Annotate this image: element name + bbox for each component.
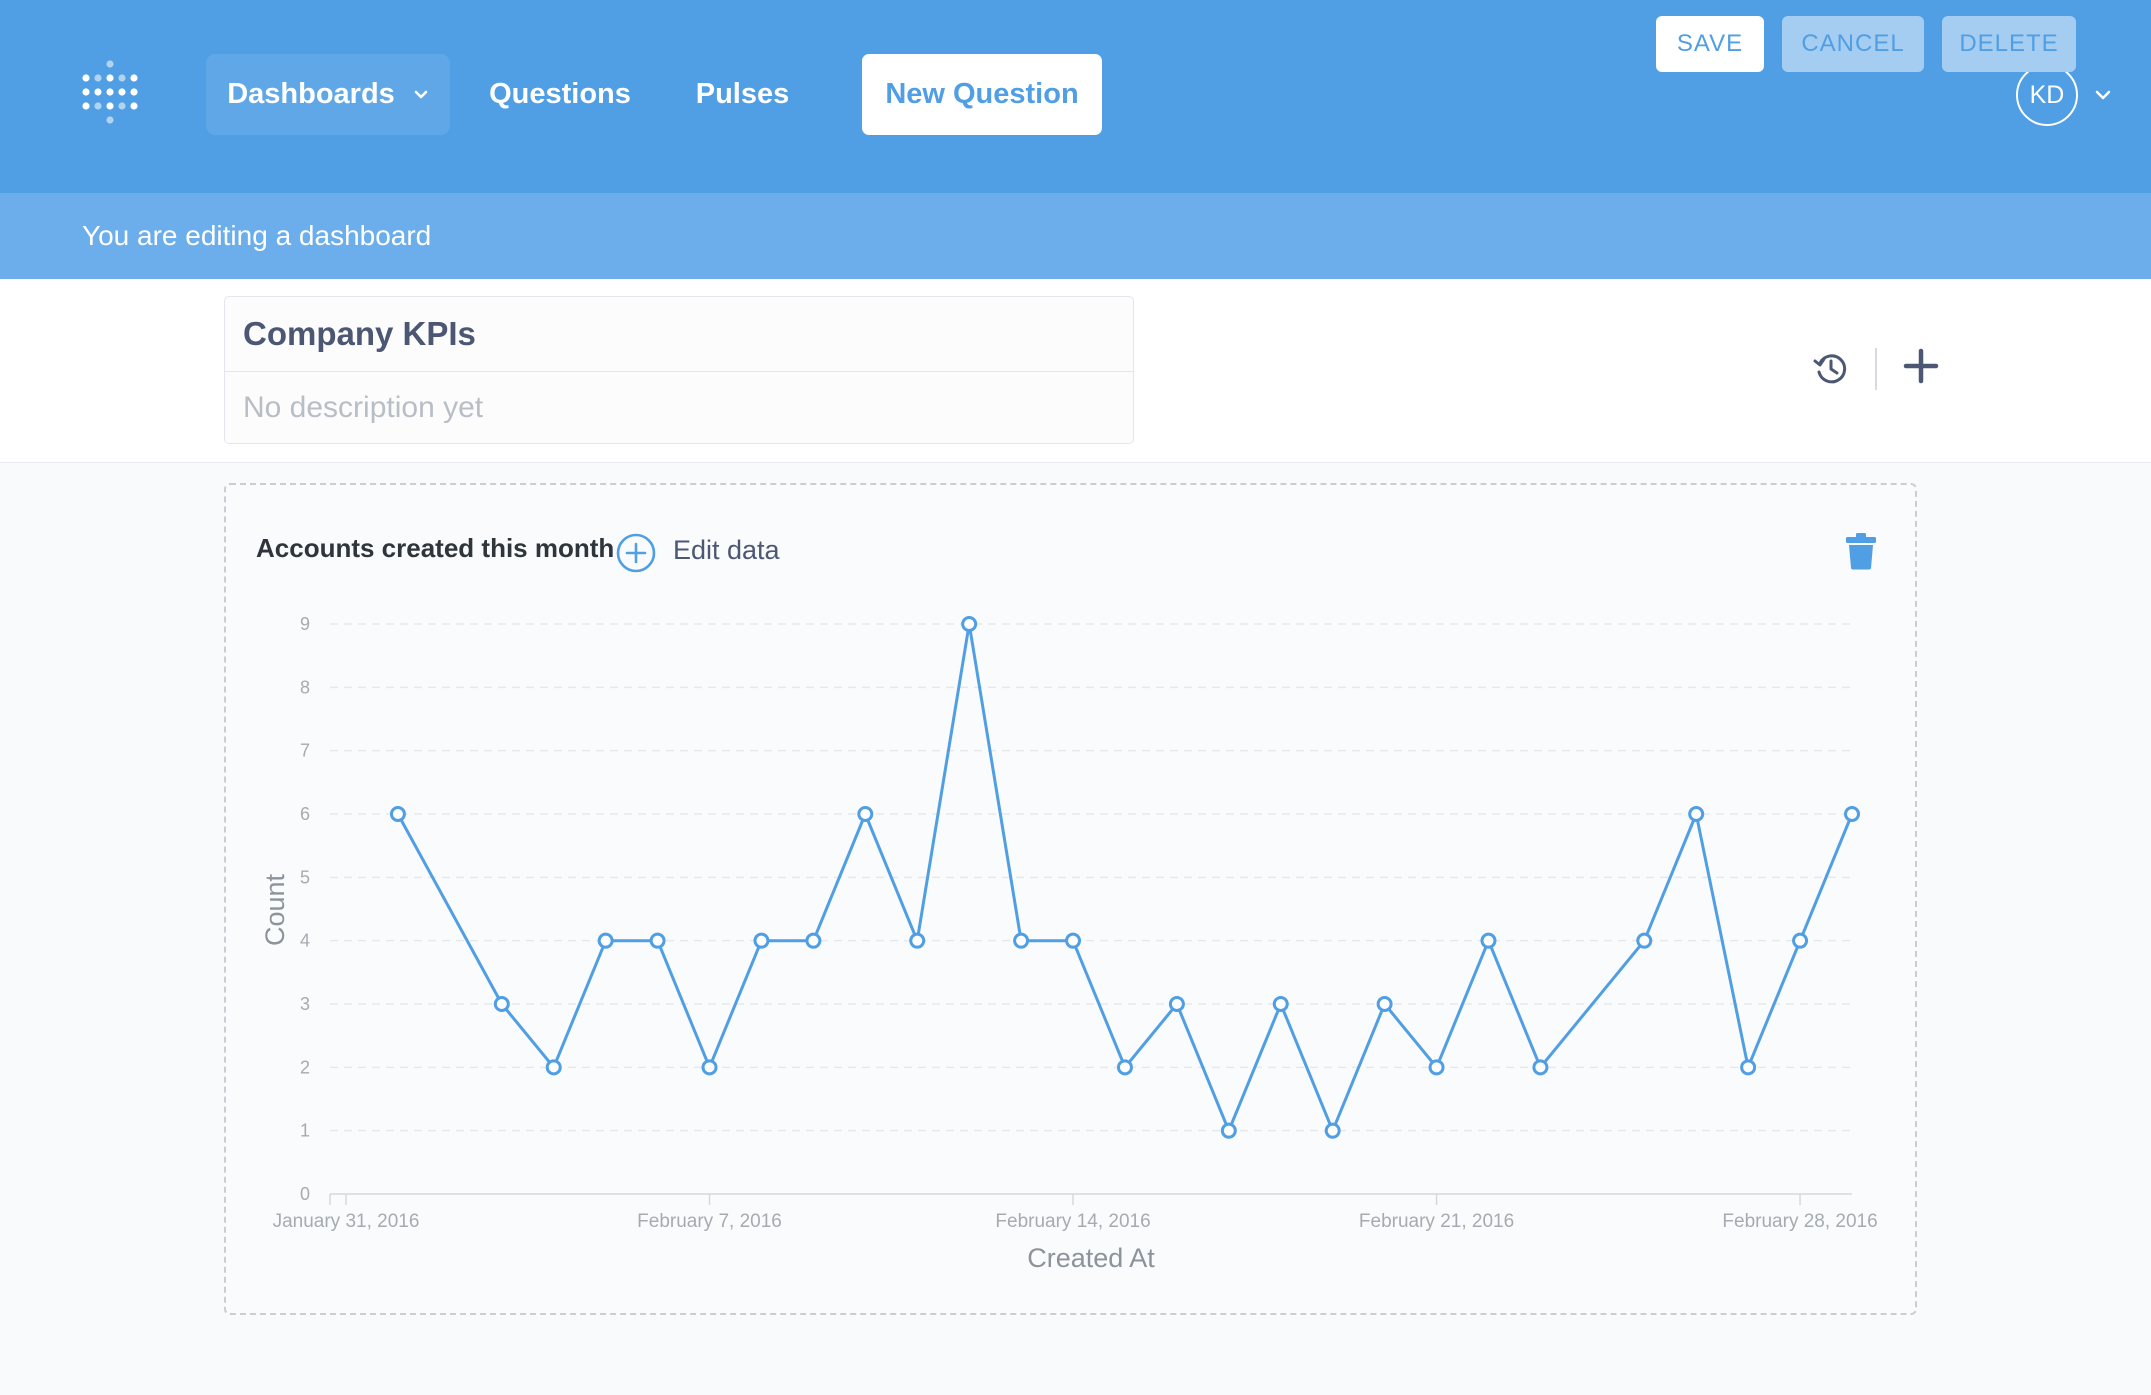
dashboard-title-editor: Company KPIs No description yet	[224, 296, 1134, 444]
y-tick-label: 7	[300, 741, 310, 761]
x-tick-label: February 7, 2016	[637, 1211, 782, 1232]
nav-dashboards-label: Dashboards	[227, 78, 395, 110]
data-point[interactable]	[1220, 1122, 1237, 1139]
save-button[interactable]: SAVE	[1656, 16, 1764, 72]
nav-pulses-label: Pulses	[695, 78, 790, 110]
data-point[interactable]	[1844, 806, 1860, 822]
data-point[interactable]	[1116, 1059, 1133, 1076]
x-axis-label: Created At	[1027, 1243, 1155, 1273]
metabase-logo-icon[interactable]	[80, 58, 140, 126]
cancel-button[interactable]: CANCEL	[1782, 16, 1924, 72]
data-point[interactable]	[1065, 932, 1082, 949]
data-point[interactable]	[805, 932, 822, 949]
x-tick-label: February 14, 2016	[995, 1211, 1150, 1232]
y-tick-label: 0	[300, 1184, 310, 1204]
header-separator	[1875, 348, 1877, 390]
dashboard-card[interactable]	[224, 483, 1917, 1315]
y-tick-label: 1	[300, 1121, 310, 1141]
data-point[interactable]	[545, 1059, 562, 1076]
data-point[interactable]	[1376, 996, 1393, 1012]
y-tick-label: 5	[300, 867, 310, 887]
data-point[interactable]	[909, 932, 926, 949]
data-point[interactable]	[597, 932, 614, 949]
add-question-icon[interactable]	[1903, 348, 1939, 384]
data-point[interactable]	[1792, 932, 1809, 949]
data-point[interactable]	[1168, 996, 1185, 1012]
data-point[interactable]	[1740, 1059, 1757, 1076]
y-tick-label: 9	[300, 614, 310, 634]
dashboard-description-input[interactable]: No description yet	[243, 371, 483, 445]
data-point[interactable]	[961, 616, 978, 632]
data-point[interactable]	[1324, 1122, 1341, 1139]
edit-mode-message: You are editing a dashboard	[82, 220, 432, 251]
nav-dashboards[interactable]: Dashboards	[206, 54, 450, 135]
edit-data-link[interactable]: Edit data	[673, 535, 780, 566]
add-series-plus-icon[interactable]	[616, 533, 656, 573]
data-point[interactable]	[493, 996, 510, 1012]
delete-button[interactable]: DELETE	[1942, 16, 2076, 72]
data-point[interactable]	[1636, 932, 1653, 949]
user-menu-chevron-icon[interactable]	[2092, 86, 2114, 104]
nav-questions-label: Questions	[489, 78, 631, 110]
revision-history-icon[interactable]	[1812, 350, 1850, 388]
user-avatar[interactable]: KD	[2016, 64, 2078, 126]
data-point[interactable]	[1428, 1059, 1445, 1076]
data-point[interactable]	[389, 806, 406, 822]
data-point[interactable]	[857, 806, 874, 822]
data-point[interactable]	[1013, 932, 1030, 949]
x-tick-label: January 31, 2016	[273, 1211, 420, 1232]
x-tick-label: February 21, 2016	[1359, 1211, 1514, 1232]
y-tick-label: 3	[300, 994, 310, 1014]
y-axis-label: Count	[260, 873, 290, 946]
user-initials: KD	[2029, 80, 2065, 109]
data-point[interactable]	[1272, 996, 1289, 1012]
x-tick-label: February 28, 2016	[1722, 1211, 1877, 1232]
trash-icon[interactable]	[1844, 532, 1878, 570]
edit-mode-bar: You are editing a dashboard	[0, 193, 2151, 279]
y-tick-label: 2	[300, 1057, 310, 1077]
data-point[interactable]	[753, 932, 770, 949]
data-point[interactable]	[1532, 1059, 1549, 1076]
nav-questions[interactable]: Questions	[470, 54, 650, 135]
y-tick-label: 4	[300, 931, 310, 951]
dashboard-title-input[interactable]: Company KPIs	[243, 297, 476, 371]
nav-pulses[interactable]: Pulses	[680, 54, 805, 135]
card-title[interactable]: Accounts created this month	[256, 533, 614, 564]
chevron-down-icon	[414, 90, 428, 98]
data-point[interactable]	[1480, 932, 1497, 949]
new-question-label: New Question	[885, 78, 1079, 110]
y-tick-label: 6	[300, 804, 310, 824]
new-question-button[interactable]: New Question	[862, 54, 1102, 135]
data-point[interactable]	[1688, 806, 1705, 822]
y-tick-label: 8	[300, 677, 310, 697]
data-point[interactable]	[701, 1059, 718, 1076]
data-point[interactable]	[649, 932, 666, 949]
